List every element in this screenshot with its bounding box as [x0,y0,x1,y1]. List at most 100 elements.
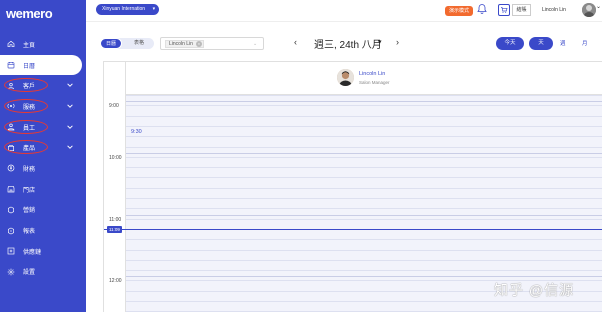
calendar-toolbar: 日曆 表格 Lincoln Lin × ⌄ ‹ 週三, 24th 八月 ▾ › … [86,30,602,56]
view-month-button[interactable]: 月 [582,39,588,47]
organization-selector[interactable]: Xinyuan Internation ▾ [96,4,160,15]
sidebar-item-label: 財務 [23,166,36,173]
staff-filter-select[interactable]: Lincoln Lin × ⌄ [160,37,264,50]
today-button[interactable]: 今天 [496,37,524,50]
staff-tag: Lincoln Lin × [165,40,204,48]
grid-line [126,239,602,241]
brand-logo[interactable]: wemero [6,6,53,21]
calendar-icon [6,61,15,70]
grid-line [126,177,602,179]
hour-line [126,215,602,216]
staff-name: Lincoln Lin [359,71,386,77]
sidebar-item[interactable]: 門店 [0,179,86,200]
cart-icon [501,7,508,13]
grid-line [126,259,602,261]
chevron-down-icon[interactable] [66,123,74,131]
sidebar-item[interactable]: 產品 [0,137,86,158]
annotation-circle [4,119,48,134]
previous-day-button[interactable]: ‹ [294,37,297,47]
sidebar-item[interactable]: 客戶 [0,75,86,96]
user-avatar[interactable] [582,3,596,17]
sidebar-item-label: 報表 [23,229,36,236]
report-icon [6,226,15,235]
grid-line [126,156,602,158]
organization-name: Xinyuan Internation [102,6,146,12]
tab-table[interactable]: 表格 [128,38,150,49]
grid-line [126,249,602,251]
user-name[interactable]: Lincoln Lin [542,7,566,13]
grid-line [126,218,602,220]
grid-line [126,270,602,272]
sidebar-nav: 主頁日曆客戶 服務 員工 產品財務門店營銷報表供應鏈設置 [0,34,86,282]
sidebar: wemero 主頁日曆客戶 服務 員工 產品財務門店營銷報表供應鏈設置 [0,0,86,312]
chevron-down-icon: ⌄ [253,41,258,47]
view-mode-toggle: 日曆 表格 [100,38,154,49]
annotation-circle [4,99,48,114]
top-bar: Xinyuan Internation ▾ 演示模式 結賬 Lincoln Li… [86,0,602,22]
chevron-down-icon[interactable] [66,102,74,110]
hour-line [126,101,602,102]
settings-icon [6,267,15,276]
hour-line [126,153,602,154]
sidebar-item[interactable]: 營銷 [0,200,86,221]
store-icon [6,185,15,194]
view-day-button[interactable]: 天 [529,37,553,50]
time-label: 12:00 [109,278,122,284]
time-gutter [104,62,126,312]
sidebar-item[interactable]: 員工 [0,117,86,138]
grid-line [126,301,602,302]
grid-line [126,187,602,189]
tour-badge[interactable]: 演示模式 [445,6,474,16]
sidebar-item-label: 主頁 [23,42,36,49]
time-label: 11:00 [109,217,122,223]
day-calendar: Lincoln Lin Salon Manager 9:00 9:30 10:0… [103,61,602,312]
tab-calendar[interactable]: 日曆 [100,38,122,49]
staff-role: Salon Manager [359,80,390,85]
checkout-button[interactable]: 結賬 [512,4,531,16]
sidebar-item[interactable]: 主頁 [0,34,86,55]
time-label: 9:00 [109,103,119,109]
time-slot-label: 9:30 [131,129,142,135]
next-day-button[interactable]: › [396,37,399,47]
staff-tag-label: Lincoln Lin [169,41,193,47]
annotation-circle [4,140,48,155]
sidebar-item[interactable]: 供應鏈 [0,241,86,262]
home-icon [6,40,15,49]
grid-line [126,198,602,199]
sidebar-item-label: 設置 [23,270,36,277]
chevron-down-icon[interactable] [66,81,74,89]
grid-line [126,136,602,138]
sidebar-item[interactable]: 財務 [0,158,86,179]
sidebar-item[interactable]: 設置 [0,262,86,283]
cart-button[interactable] [498,4,510,16]
sidebar-item[interactable]: 報表 [0,220,86,241]
current-time-line [104,229,602,230]
view-week-button[interactable]: 週 [560,39,566,47]
sidebar-item-label: 日曆 [23,63,36,70]
hour-line [126,276,602,277]
grid-line [126,95,602,96]
grid-line [126,146,602,148]
caret-down-icon[interactable]: ▾ [378,38,382,46]
watermark: 知乎 @信源 [494,282,575,298]
staff-column-header: Lincoln Lin Salon Manager [126,62,602,95]
sidebar-item[interactable]: 日曆 [0,54,82,76]
marketing-icon [6,205,15,214]
finance-icon [6,164,15,173]
grid-line [126,105,602,107]
supply-chain-icon [6,247,15,256]
grid-line [126,208,602,210]
chevron-down-icon[interactable] [66,143,74,151]
chevron-down-icon: ▾ [152,6,156,12]
bell-icon[interactable] [476,3,488,15]
annotation-circle [4,78,48,93]
time-label: 10:00 [109,155,122,161]
sidebar-item[interactable]: 服務 [0,96,86,117]
remove-tag-icon[interactable]: × [195,41,202,47]
staff-avatar [337,69,354,86]
grid-line [126,115,602,117]
chevron-down-icon[interactable]: ⌄ [596,3,601,10]
current-date[interactable]: 週三, 24th 八月 [314,36,382,51]
grid-line [126,167,602,169]
sidebar-item-label: 門店 [23,187,36,194]
